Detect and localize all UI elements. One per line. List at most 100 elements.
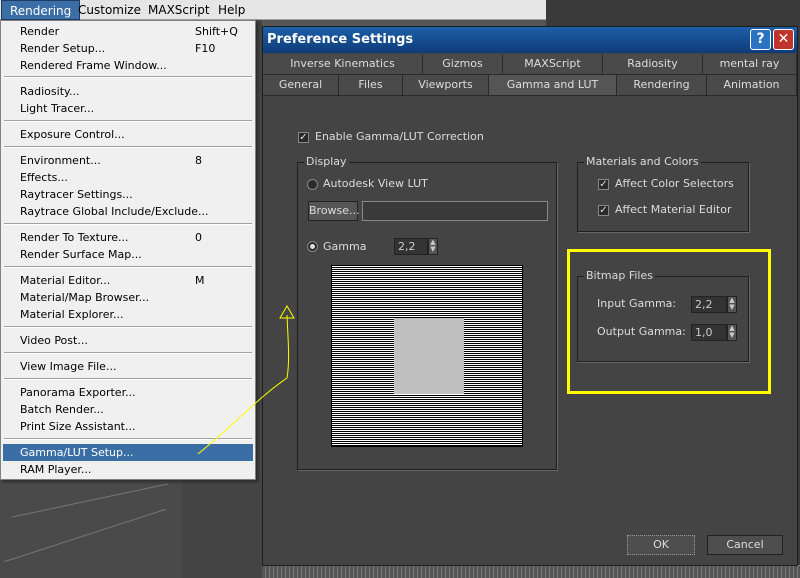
tab-mental-ray[interactable]: mental ray (703, 54, 797, 75)
tab-inverse-kinematics[interactable]: Inverse Kinematics (263, 54, 423, 75)
rendering-dropdown-menu: Render Shift+Q Render Setup... F10 Rendere… (0, 20, 256, 480)
highlight-box (567, 249, 771, 394)
menu-item-material-editor[interactable]: Material Editor... M (3, 272, 253, 289)
menu-item-raytracer-settings[interactable]: Raytracer Settings... (3, 186, 253, 203)
affect-material-editor-label: Affect Material Editor (615, 203, 732, 216)
menu-item-label: Material Editor... (20, 274, 111, 287)
tab-animation[interactable]: Animation (707, 75, 797, 96)
gamma-radio[interactable] (307, 241, 318, 252)
menu-item-render-surface-map[interactable]: Render Surface Map... (3, 246, 253, 263)
gamma-spinner-icon[interactable]: ▲ ▼ (428, 238, 438, 255)
menu-item-batch-render[interactable]: Batch Render... (3, 401, 253, 418)
affect-color-selectors-checkbox[interactable]: ✓ (598, 179, 609, 190)
menu-item-print-size-assistant[interactable]: Print Size Assistant... (3, 418, 253, 435)
menu-separator (4, 76, 252, 78)
menu-item-label: Environment... (20, 154, 101, 167)
tab-gamma-and-lut[interactable]: Gamma and LUT (489, 75, 617, 96)
browse-button[interactable]: Browse... (308, 201, 360, 221)
menu-item-render-to-texture[interactable]: Render To Texture... 0 (3, 229, 253, 246)
menu-item-label: View Image File... (20, 360, 117, 373)
menu-item-label: Material Explorer... (20, 308, 124, 321)
enable-gamma-checkbox[interactable]: ✓ (298, 132, 309, 143)
menu-separator (4, 146, 252, 148)
menu-item-shortcut: 0 (195, 231, 202, 244)
menu-item-ram-player[interactable]: RAM Player... (3, 461, 253, 478)
menu-rendering[interactable]: Rendering (1, 0, 81, 20)
dialog-title: Preference Settings (267, 32, 414, 47)
menu-item-label: Render Setup... (20, 42, 106, 55)
menu-item-label: Print Size Assistant... (20, 420, 136, 433)
enable-gamma-label: Enable Gamma/LUT Correction (315, 130, 484, 143)
menu-separator (4, 378, 252, 380)
menu-item-label: Effects... (20, 171, 68, 184)
gamma-checker-pattern (331, 265, 523, 447)
menu-item-render-setup[interactable]: Render Setup... F10 (3, 40, 253, 57)
menu-item-label: Rendered Frame Window... (20, 59, 167, 72)
menu-customize[interactable]: Customize (70, 0, 149, 20)
menu-item-label: Render Surface Map... (20, 248, 142, 261)
menu-item-panorama-exporter[interactable]: Panorama Exporter... (3, 384, 253, 401)
menu-item-raytrace-global[interactable]: Raytrace Global Include/Exclude... (3, 203, 253, 220)
menu-item-label: Render To Texture... (20, 231, 129, 244)
materials-colors-group: Materials and Colors (577, 155, 749, 232)
cancel-button[interactable]: Cancel (707, 535, 783, 555)
autodesk-lut-radio[interactable] (307, 179, 318, 190)
menu-item-label: Batch Render... (20, 403, 104, 416)
tab-gizmos[interactable]: Gizmos (423, 54, 503, 75)
menu-item-shortcut: F10 (195, 42, 216, 55)
tab-files[interactable]: Files (339, 75, 403, 96)
menu-separator (4, 223, 252, 225)
menu-item-environment[interactable]: Environment... 8 (3, 152, 253, 169)
menu-item-label: RAM Player... (20, 463, 92, 476)
affect-material-editor-checkbox[interactable]: ✓ (598, 205, 609, 216)
tab-maxscript[interactable]: MAXScript (503, 54, 603, 75)
menu-item-shortcut: M (195, 274, 205, 287)
menu-item-radiosity[interactable]: Radiosity... (3, 83, 253, 100)
tab-radiosity[interactable]: Radiosity (603, 54, 703, 75)
menu-separator (4, 438, 252, 440)
menu-item-label: Panorama Exporter... (20, 386, 136, 399)
menu-item-label: Video Post... (20, 334, 88, 347)
menu-item-video-post[interactable]: Video Post... (3, 332, 253, 349)
dialog-title-bar[interactable]: Preference Settings ? ✕ (263, 27, 797, 53)
gamma-input[interactable]: 2,2 (394, 238, 428, 255)
menu-item-exposure-control[interactable]: Exposure Control... (3, 126, 253, 143)
menu-separator (4, 326, 252, 328)
help-icon[interactable]: ? (750, 29, 771, 50)
close-icon[interactable]: ✕ (773, 29, 794, 50)
menu-item-label: Radiosity... (20, 85, 80, 98)
menu-separator (4, 352, 252, 354)
ok-button[interactable]: OK (627, 535, 695, 555)
menu-item-shortcut: 8 (195, 154, 202, 167)
menu-maxscript[interactable]: MAXScript (140, 0, 218, 20)
menu-separator (4, 120, 252, 122)
tab-general[interactable]: General (263, 75, 339, 96)
background-viewport[interactable] (0, 480, 182, 578)
menu-item-rendered-frame-window[interactable]: Rendered Frame Window... (3, 57, 253, 74)
menu-item-gamma-lut-setup[interactable]: Gamma/LUT Setup... (3, 444, 253, 461)
affect-color-selectors-label: Affect Color Selectors (615, 177, 734, 190)
gamma-test-square (394, 318, 464, 394)
tab-rendering[interactable]: Rendering (617, 75, 707, 96)
timeline-ruler[interactable] (262, 565, 800, 578)
menu-item-label: Render (20, 25, 60, 38)
menu-item-label: Exposure Control... (20, 128, 125, 141)
menu-item-label: Raytracer Settings... (20, 188, 133, 201)
menu-item-effects[interactable]: Effects... (3, 169, 253, 186)
menu-item-material-map-browser[interactable]: Material/Map Browser... (3, 289, 253, 306)
menu-item-shortcut: Shift+Q (195, 25, 238, 38)
menu-item-view-image-file[interactable]: View Image File... (3, 358, 253, 375)
tab-viewports[interactable]: Viewports (403, 75, 489, 96)
lut-path-input[interactable] (362, 201, 548, 221)
menu-item-label: Light Tracer... (20, 102, 95, 115)
menu-separator (4, 266, 252, 268)
menu-item-material-explorer[interactable]: Material Explorer... (3, 306, 253, 323)
menu-item-light-tracer[interactable]: Light Tracer... (3, 100, 253, 117)
menu-help[interactable]: Help (210, 0, 253, 20)
gamma-label: Gamma (323, 240, 367, 253)
menu-item-render[interactable]: Render Shift+Q (3, 23, 253, 40)
menu-item-label: Gamma/LUT Setup... (20, 446, 134, 459)
materials-colors-group-label: Materials and Colors (584, 155, 701, 168)
menu-item-label: Raytrace Global Include/Exclude... (20, 205, 209, 218)
autodesk-lut-label: Autodesk View LUT (323, 177, 428, 190)
